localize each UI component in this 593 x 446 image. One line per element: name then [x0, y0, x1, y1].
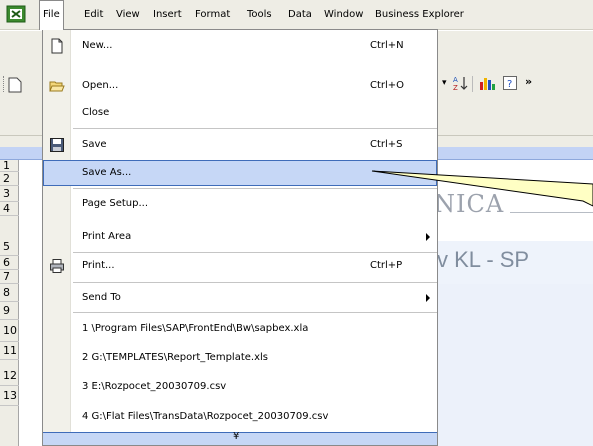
row-header[interactable]: 7 [0, 270, 19, 284]
menu-view[interactable]: View [116, 0, 140, 30]
menu-tools[interactable]: Tools [247, 0, 272, 30]
new-document-icon [51, 38, 63, 54]
file-menu-dropdown: New... Ctrl+N Open... Ctrl+O Close Save … [42, 29, 438, 446]
svg-text:?: ? [507, 79, 512, 90]
menu-item-close[interactable]: Close [43, 100, 437, 126]
menu-item-shortcut: Ctrl+P [370, 260, 403, 271]
toolbar-grip[interactable] [3, 76, 5, 92]
submenu-arrow-icon [426, 294, 430, 302]
menu-separator [73, 188, 437, 189]
menu-item-recent-file-3[interactable]: 3 E:\Rozpocet_20030709.csv [43, 374, 437, 400]
new-document-icon[interactable] [8, 77, 22, 93]
submenu-arrow-icon [426, 233, 430, 241]
printer-icon [50, 259, 64, 273]
menu-separator [73, 128, 437, 129]
menu-item-label: New... [82, 40, 113, 51]
menu-insert[interactable]: Insert [153, 0, 182, 30]
row-header[interactable]: 1 [0, 159, 19, 172]
menu-edit[interactable]: Edit [84, 0, 103, 30]
row-header[interactable]: 12 [0, 360, 19, 386]
row-header[interactable]: 9 [0, 302, 19, 320]
open-folder-icon [49, 81, 65, 92]
menu-item-label: Close [82, 107, 110, 118]
toolbar-separator [472, 76, 473, 92]
svg-text:A: A [453, 76, 458, 84]
menu-window[interactable]: Window [324, 0, 363, 30]
menu-item-page-setup[interactable]: Page Setup... [43, 191, 437, 217]
menu-item-save-as[interactable]: Save As... [43, 160, 437, 186]
menu-item-label: Send To [82, 292, 121, 303]
row-headers: 1 2 3 4 5 6 7 8 9 10 11 12 13 [0, 159, 19, 446]
sort-ascending-icon[interactable]: A Z [452, 75, 468, 91]
menu-item-shortcut: Ctrl+S [370, 139, 403, 150]
menu-item-label: Print... [82, 260, 115, 271]
menu-item-new[interactable]: New... Ctrl+N [43, 33, 437, 59]
menu-item-label: Save As... [82, 167, 132, 178]
menu-item-label: 1 \Program Files\SAP\FrontEnd\Bw\sapbex.… [82, 323, 309, 334]
menu-expand-button[interactable]: ¥ [43, 431, 437, 445]
dropdown-arrow-icon[interactable]: ▾ [442, 78, 447, 88]
menu-item-label: 2 G:\TEMPLATES\Report_Template.xls [82, 352, 268, 363]
menu-bar: File Edit View Insert Format Tools Data … [0, 0, 593, 30]
row-header[interactable]: 10 [0, 320, 19, 342]
menu-item-label: Open... [82, 80, 119, 91]
menu-separator [73, 282, 437, 283]
double-chevron-down-icon: ¥ [233, 431, 240, 442]
svg-text:Z: Z [453, 84, 458, 91]
menu-item-label: 4 G:\Flat Files\TransData\Rozpocet_20030… [82, 411, 329, 422]
menu-item-shortcut: Ctrl+N [370, 40, 404, 51]
menu-item-print-area[interactable]: Print Area [43, 224, 437, 250]
menu-item-label: 3 E:\Rozpocet_20030709.csv [82, 381, 227, 392]
menu-separator [73, 312, 437, 313]
report-subtitle-fragment: v KL - SP [437, 247, 530, 272]
menu-item-save[interactable]: Save Ctrl+S [43, 132, 437, 158]
help-icon[interactable]: ? [502, 75, 518, 91]
row-header[interactable]: 5 [0, 216, 19, 256]
row-header[interactable]: 3 [0, 186, 19, 202]
menu-item-label: Page Setup... [82, 198, 149, 209]
menu-item-label: Print Area [82, 231, 132, 242]
menu-item-recent-file-1[interactable]: 1 \Program Files\SAP\FrontEnd\Bw\sapbex.… [43, 316, 437, 342]
shaded-cell-area [434, 284, 593, 446]
title-underline [510, 212, 593, 213]
menu-file[interactable]: File [39, 0, 64, 30]
row-header[interactable]: 6 [0, 256, 19, 270]
menu-item-recent-file-2[interactable]: 2 G:\TEMPLATES\Report_Template.xls [43, 345, 437, 371]
menu-business-explorer[interactable]: Business Explorer [375, 0, 464, 30]
menu-item-shortcut: Ctrl+O [370, 80, 405, 91]
row-header[interactable]: 4 [0, 202, 19, 216]
menu-format[interactable]: Format [195, 0, 230, 30]
row-header[interactable]: 11 [0, 342, 19, 360]
menu-data[interactable]: Data [288, 0, 312, 30]
toolbar-overflow-icon[interactable]: » [525, 75, 532, 88]
excel-app-icon[interactable] [3, 3, 31, 27]
menu-item-send-to[interactable]: Send To [43, 285, 437, 311]
row-header[interactable]: 2 [0, 172, 19, 186]
menu-item-label: Save [82, 139, 107, 150]
row-header[interactable]: 8 [0, 284, 19, 302]
row-header[interactable]: 13 [0, 386, 19, 406]
menu-item-open[interactable]: Open... Ctrl+O [43, 73, 437, 99]
menu-item-recent-file-4[interactable]: 4 G:\Flat Files\TransData\Rozpocet_20030… [43, 404, 437, 430]
floppy-disk-icon [50, 138, 64, 152]
menu-item-print[interactable]: Print... Ctrl+P [43, 253, 437, 279]
report-title-fragment: NICA [434, 190, 505, 218]
chart-wizard-icon[interactable] [478, 75, 496, 91]
